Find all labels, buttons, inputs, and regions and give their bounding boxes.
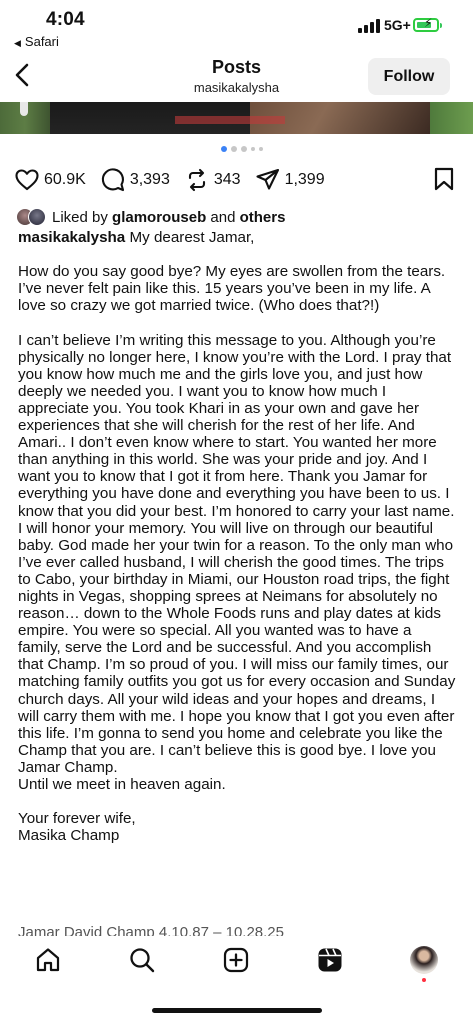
charging-bolt-icon: ⚡	[424, 16, 433, 30]
carousel-dot-active	[221, 146, 227, 152]
repost-icon	[188, 168, 205, 192]
notification-dot	[422, 978, 426, 982]
reels-icon	[318, 948, 342, 972]
like-count: 60.9K	[44, 171, 86, 188]
liked-by-others[interactable]: others	[240, 209, 286, 226]
tab-search[interactable]	[128, 946, 158, 976]
caption-greeting: My dearest Jamar,	[129, 229, 255, 246]
liked-by-prefix: Liked by	[52, 208, 108, 226]
bookmark-icon[interactable]	[432, 166, 456, 192]
liker-avatar	[28, 208, 46, 226]
follow-button[interactable]: Follow	[368, 58, 450, 95]
liked-by-text: Liked by glamorouseb and others	[52, 209, 285, 226]
create-icon	[223, 947, 249, 973]
post-actions: 60.9K 3,393 343 1,399	[14, 166, 339, 194]
repost-button[interactable]: 343	[184, 167, 241, 193]
back-triangle-icon: ◀	[14, 38, 21, 48]
back-to-safari[interactable]: ◀ Safari	[14, 34, 59, 49]
caption-paragraph: I can’t believe I’m writing this message…	[18, 331, 456, 776]
status-time: 4:04	[46, 9, 85, 30]
share-count: 1,399	[284, 171, 325, 188]
comment-button[interactable]: 3,393	[100, 167, 170, 193]
carousel-dot	[251, 147, 255, 151]
caption-paragraph: Your forever wife,	[18, 810, 136, 828]
home-icon	[36, 948, 60, 972]
battery-nub	[440, 23, 442, 28]
repost-count: 343	[213, 171, 241, 188]
cellular-signal-icon	[358, 19, 382, 33]
comment-icon	[101, 168, 124, 192]
caption-first-line: masikakalysha My dearest Jamar,	[18, 229, 458, 246]
carousel-dot	[241, 146, 247, 152]
like-button[interactable]: 60.9K	[14, 167, 86, 193]
liked-by-user[interactable]: glamorouseb	[112, 209, 206, 226]
caption-author[interactable]: masikakalysha	[18, 229, 125, 246]
tab-create[interactable]	[222, 946, 252, 976]
caption-paragraph: How do you say good bye? My eyes are swo…	[18, 263, 446, 315]
share-button[interactable]: 1,399	[255, 167, 325, 193]
home-indicator[interactable]	[152, 1008, 322, 1013]
post-image[interactable]	[0, 102, 473, 134]
search-icon	[130, 948, 155, 973]
heart-icon	[15, 169, 39, 191]
profile-avatar-tab[interactable]	[410, 946, 438, 974]
carousel-dot	[259, 147, 263, 151]
caption-paragraph: Until we meet in heaven again.	[18, 776, 226, 793]
bottom-tab-bar	[0, 936, 473, 988]
tab-reels[interactable]	[316, 946, 346, 976]
tab-home[interactable]	[34, 946, 64, 976]
caption-paragraph: Masika Champ	[18, 827, 120, 845]
liked-by-conj: and	[210, 208, 236, 226]
send-icon	[256, 168, 279, 190]
carousel-dot	[231, 146, 237, 152]
back-app-label: Safari	[24, 34, 59, 49]
liked-by-row[interactable]: Liked by glamorouseb and others	[16, 207, 285, 227]
post-caption: masikakalysha My dearest Jamar, How do y…	[18, 229, 458, 844]
comment-count: 3,393	[129, 171, 170, 188]
carousel-indicator	[221, 146, 263, 152]
network-type: 5G+	[384, 17, 411, 33]
